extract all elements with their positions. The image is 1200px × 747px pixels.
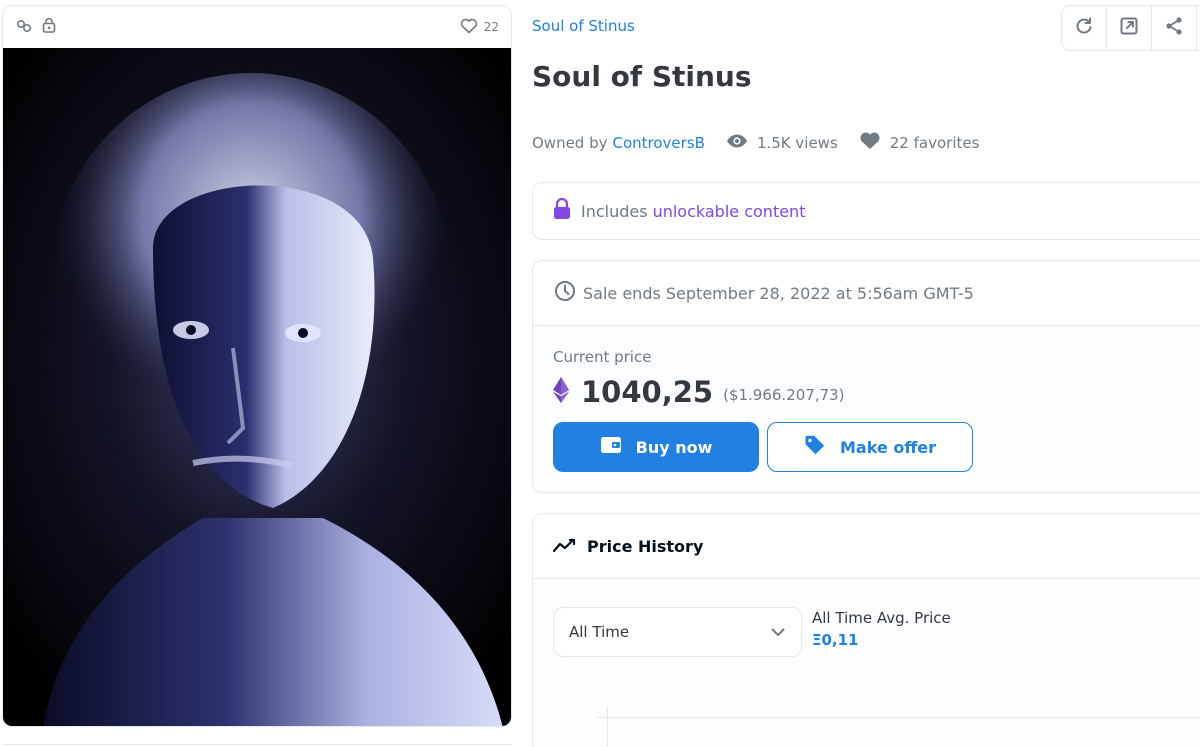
tag-icon bbox=[804, 434, 826, 460]
ethereum-icon bbox=[553, 377, 569, 407]
price-history-body: All Time All Time Avg. Price Ξ0,11 bbox=[533, 579, 1200, 747]
like-count: 22 bbox=[483, 20, 499, 34]
lock-icon[interactable] bbox=[42, 17, 56, 37]
item-meta-row: Owned by ControversB 1.5K views 22 favor… bbox=[532, 131, 979, 154]
chart-y-axis bbox=[607, 707, 608, 747]
buy-now-label: Buy now bbox=[635, 437, 713, 457]
favorites-count: 22 favorites bbox=[889, 133, 980, 152]
refresh-icon bbox=[1074, 16, 1094, 40]
sale-ends-text: Sale ends September 28, 2022 at 5:56am G… bbox=[583, 283, 974, 303]
unlockable-prefix: Includes bbox=[581, 201, 648, 221]
clock-icon bbox=[554, 280, 576, 306]
average-price-label: All Time Avg. Price bbox=[812, 609, 951, 627]
owner-link[interactable]: ControversB bbox=[613, 134, 705, 152]
heart-outline-icon[interactable] bbox=[460, 18, 478, 37]
buy-now-button[interactable]: Buy now bbox=[553, 422, 759, 472]
media-header: 22 bbox=[3, 6, 511, 48]
price-history-panel: Price History All Time All Time Avg. Pri… bbox=[532, 513, 1200, 747]
item-title: Soul of Stinus bbox=[532, 60, 752, 93]
chart-x-axis bbox=[597, 717, 1200, 718]
time-range-select[interactable]: All Time bbox=[553, 607, 802, 657]
owned-by-label: Owned by bbox=[532, 133, 608, 152]
sale-header: Sale ends September 28, 2022 at 5:56am G… bbox=[533, 261, 1200, 326]
views-stat: 1.5K views bbox=[726, 134, 838, 152]
sale-body: Current price 1040,25 ($1.966.207,73) Bu… bbox=[533, 326, 1200, 492]
wallet-icon bbox=[600, 435, 622, 459]
external-link-button[interactable] bbox=[1107, 6, 1152, 50]
make-offer-label: Make offer bbox=[839, 437, 937, 457]
artwork-image[interactable] bbox=[3, 48, 511, 726]
price-row: 1040,25 ($1.966.207,73) bbox=[553, 375, 1200, 409]
media-header-left bbox=[16, 17, 56, 37]
price-fiat: ($1.966.207,73) bbox=[723, 386, 845, 404]
trend-line-icon bbox=[552, 537, 577, 556]
current-price-label: Current price bbox=[553, 348, 652, 366]
heart-icon bbox=[859, 131, 881, 154]
eye-icon bbox=[726, 134, 748, 152]
share-icon bbox=[1164, 16, 1184, 40]
price-history-header[interactable]: Price History bbox=[533, 514, 1200, 579]
lock-icon bbox=[553, 197, 571, 224]
collection-link[interactable]: Soul of Stinus bbox=[532, 17, 635, 35]
share-button[interactable] bbox=[1152, 6, 1197, 50]
chevron-down-icon bbox=[771, 623, 785, 641]
unlockable-text: Includes unlockable content bbox=[581, 202, 805, 221]
price-history-title: Price History bbox=[587, 536, 704, 556]
unlockable-content-banner: Includes unlockable content bbox=[532, 182, 1200, 240]
average-price-value: Ξ0,11 bbox=[812, 631, 859, 649]
favorite-control[interactable]: 22 bbox=[460, 18, 499, 37]
unlockable-content-link[interactable]: unlockable content bbox=[653, 202, 806, 221]
link-icon[interactable] bbox=[16, 18, 32, 37]
make-offer-button[interactable]: Make offer bbox=[767, 422, 973, 472]
item-toolbar bbox=[1061, 5, 1200, 51]
price-value: 1040,25 bbox=[581, 375, 714, 409]
favorites-stat: 22 favorites bbox=[859, 131, 980, 154]
refresh-button[interactable] bbox=[1062, 6, 1107, 50]
external-link-icon bbox=[1119, 16, 1139, 40]
average-price-block: All Time Avg. Price Ξ0,11 bbox=[812, 609, 951, 649]
views-count: 1.5K views bbox=[756, 133, 838, 152]
sale-panel: Sale ends September 28, 2022 at 5:56am G… bbox=[532, 260, 1200, 493]
media-card: 22 bbox=[2, 5, 512, 727]
time-range-value: All Time bbox=[569, 623, 630, 641]
media-bottom-divider bbox=[2, 744, 512, 745]
